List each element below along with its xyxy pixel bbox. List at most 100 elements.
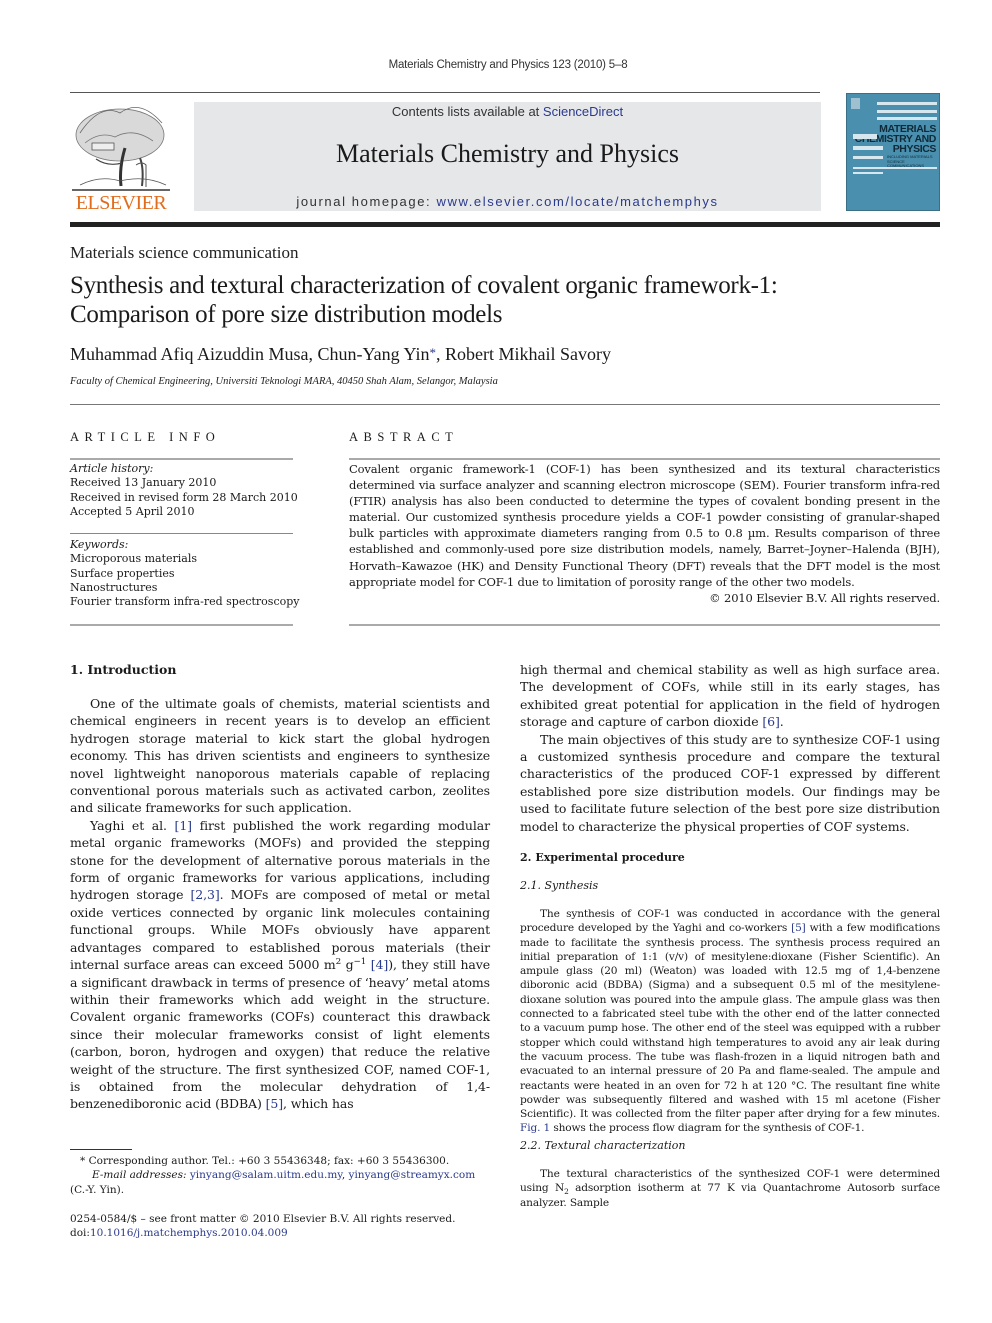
author-name: Muhammad Afiq Aizuddin Musa, (70, 344, 318, 364)
text-run: ), they still have a significant drawbac… (70, 957, 491, 1112)
divider (70, 533, 293, 534)
divider (70, 458, 293, 460)
keyword-item: Surface properties (70, 566, 175, 580)
doi-line: doi:10.1016/j.matchemphys.2010.04.009 (70, 1226, 500, 1240)
history-item: Received 13 January 2010 (70, 476, 217, 490)
abstract-body: Covalent organic framework-1 (COF-1) has… (349, 461, 940, 606)
header-thick-rule (70, 222, 940, 227)
paragraph: The synthesis of COF-1 was conducted in … (520, 907, 940, 1136)
cover-stripe (877, 117, 937, 120)
article-title-line1: Synthesis and textural characterization … (70, 272, 778, 299)
journal-homepage-link[interactable]: www.elsevier.com/locate/matchemphys (436, 194, 718, 209)
cover-stripe (853, 167, 937, 169)
cover-stripe (853, 134, 877, 139)
text-run: . (779, 714, 784, 730)
citation-link[interactable]: [2,3] (191, 887, 220, 902)
abstract-heading: ABSTRACT (349, 430, 459, 444)
keywords: Keywords: Microporous materials Surface … (70, 538, 300, 609)
paragraph: Yaghi et al. [1] first published the wor… (70, 817, 490, 1113)
text-run: high thermal and chemical stability as w… (520, 662, 940, 730)
elsevier-logo[interactable]: ELSEVIER (70, 103, 172, 215)
text-run: shows the process flow diagram for the s… (550, 1122, 865, 1135)
journal-cover-thumbnail[interactable]: MATERIALS CHEMISTRY AND PHYSICS INCLUDIN… (846, 93, 940, 211)
cover-stripe (877, 110, 937, 113)
email-line: E-mail addresses: yinyang@salam.uitm.edu… (70, 1168, 500, 1182)
article-info-heading: ARTICLE INFO (70, 430, 221, 444)
sciencedirect-link[interactable]: ScienceDirect (543, 104, 623, 119)
email-link[interactable]: yinyang@salam.uitm.edu.my (190, 1169, 342, 1181)
separator: , (341, 1169, 349, 1182)
corresponding-author-note: * Corresponding author. Tel.: +60 3 5543… (70, 1154, 500, 1168)
superscript: −1 (353, 956, 367, 967)
cover-stripe (853, 172, 883, 174)
abstract-text: Covalent organic framework-1 (COF-1) has… (349, 462, 940, 589)
author-name: , Robert Mikhail Savory (436, 344, 611, 364)
paragraph: high thermal and chemical stability as w… (520, 661, 940, 731)
divider (70, 624, 293, 626)
cover-title-line3: PHYSICS (892, 143, 937, 155)
article-history-label: Article history: (70, 462, 154, 475)
contents-available-line: Contents lists available at ScienceDirec… (194, 104, 821, 119)
synthesis-paragraph: The synthesis of COF-1 was conducted in … (520, 907, 940, 1136)
right-column-body: high thermal and chemical stability as w… (520, 661, 940, 835)
header-top-rule (70, 92, 820, 93)
footnote-rule (70, 1149, 132, 1150)
contents-prefix: Contents lists available at (391, 104, 543, 119)
cover-publisher-emblem-icon (851, 98, 860, 109)
article-title-line2: Comparison of pore size distribution mod… (70, 301, 503, 328)
footnote: * Corresponding author. Tel.: +60 3 5543… (70, 1154, 500, 1197)
email-label: E-mail addresses: (92, 1169, 187, 1182)
article-section-type: Materials science communication (70, 243, 299, 262)
section-heading-introduction: 1. Introduction (70, 662, 177, 677)
journal-homepage-line: journal homepage: www.elsevier.com/locat… (194, 194, 821, 209)
footnote-text: Corresponding author. Tel.: +60 3 554363… (85, 1155, 450, 1167)
divider (70, 404, 940, 405)
issn-line: 0254-0584/$ – see front matter © 2010 El… (70, 1213, 456, 1225)
email-owner: (C.-Y. Yin). (70, 1183, 125, 1196)
citation-link[interactable]: [6] (762, 714, 780, 729)
author-name: Chun-Yang Yin (317, 344, 430, 364)
citation-link[interactable]: [5] (791, 922, 806, 934)
section-heading-experimental: 2. Experimental procedure (520, 851, 685, 864)
article-title: Synthesis and textural characterization … (70, 271, 930, 329)
abstract-copyright: © 2010 Elsevier B.V. All rights reserved… (709, 590, 940, 605)
textural-paragraph: The textural characteristics of the synt… (520, 1167, 940, 1210)
doi-prefix: doi: (70, 1227, 90, 1240)
journal-banner: Contents lists available at ScienceDirec… (194, 102, 821, 211)
cover-stripe (853, 146, 883, 150)
citation-link[interactable]: [1] (175, 818, 193, 833)
divider (349, 458, 940, 460)
paragraph: The textural characteristics of the synt… (520, 1167, 940, 1210)
paragraph: The main objectives of this study are to… (520, 731, 940, 834)
divider (349, 624, 940, 626)
keyword-item: Microporous materials (70, 552, 198, 566)
subsection-heading-synthesis: 2.1. Synthesis (520, 879, 599, 892)
doi-link[interactable]: 10.1016/j.matchemphys.2010.04.009 (90, 1227, 288, 1239)
keywords-label: Keywords: (70, 538, 129, 551)
text-run: with a few modifications made to facilit… (520, 922, 940, 1121)
author-list: Muhammad Afiq Aizuddin Musa, Chun-Yang Y… (70, 344, 611, 365)
journal-title: Materials Chemistry and Physics (335, 139, 679, 168)
email-link[interactable]: yinyang@streamyx.com (349, 1169, 476, 1181)
keyword-item: Nanostructures (70, 580, 158, 594)
text-run: , which has (283, 1096, 354, 1112)
front-matter: 0254-0584/$ – see front matter © 2010 El… (70, 1212, 500, 1241)
cover-stripe (853, 156, 883, 159)
keyword-item: Fourier transform infra-red spectroscopy (70, 595, 300, 609)
paragraph: One of the ultimate goals of chemists, m… (70, 696, 490, 816)
left-column-body: One of the ultimate goals of chemists, m… (70, 695, 490, 1113)
article-history: Article history: Received 13 January 201… (70, 462, 300, 519)
text-run: g (341, 957, 354, 973)
text-run: Yaghi et al. (90, 817, 175, 833)
figure-link[interactable]: Fig. 1 (520, 1122, 550, 1134)
text-run: adsorption isotherm at 77 K via Quantach… (520, 1182, 940, 1209)
citation-link[interactable]: [4] (371, 957, 389, 972)
running-head: Materials Chemistry and Physics 123 (201… (388, 59, 628, 71)
cover-stripe (877, 102, 937, 105)
history-item: Accepted 5 April 2010 (70, 504, 195, 518)
homepage-prefix: journal homepage: (296, 194, 437, 209)
citation-link[interactable]: [5] (266, 1096, 284, 1111)
affiliation: Faculty of Chemical Engineering, Univers… (70, 376, 498, 387)
subsection-heading-textural: 2.2. Textural characterization (520, 1139, 686, 1152)
history-item: Received in revised form 28 March 2010 (70, 490, 298, 504)
